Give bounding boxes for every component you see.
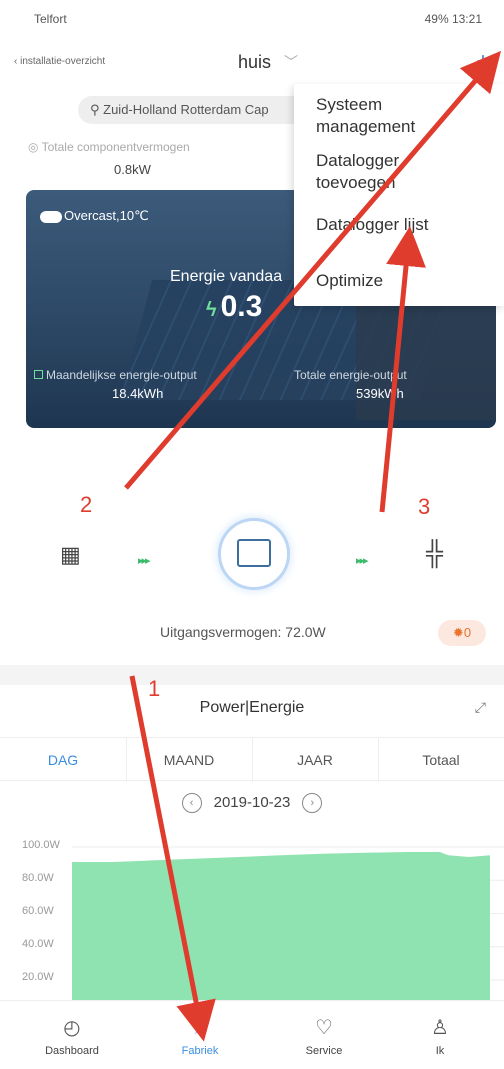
header: ‹ installatie-overzicht huis ﹀ + bbox=[0, 44, 504, 80]
output-power: Uitgangsvermogen: 72.0W bbox=[160, 624, 326, 640]
menu-item-datalogger-lijst[interactable]: Datalogger lijst bbox=[316, 214, 428, 236]
solar-panel-icon: ▦ bbox=[60, 542, 81, 567]
nav-label: Ik bbox=[435, 1045, 445, 1057]
person-icon: ♙ bbox=[431, 1017, 449, 1039]
back-label: installatie-overzicht bbox=[20, 56, 106, 67]
nav-ik[interactable]: ♙ Ik bbox=[390, 1015, 490, 1057]
location-text: Zuid-Holland Rotterdam Cap bbox=[103, 102, 269, 117]
monthly-label: Maandelijkse energie-output bbox=[34, 368, 197, 382]
app-screen: Telfort 49% 13:21 ‹ installatie-overzich… bbox=[0, 0, 504, 1069]
weather: Overcast,10℃ bbox=[40, 208, 149, 224]
capacity-label-text: Totale componentvermogen bbox=[41, 140, 190, 154]
energy-flow: ▦ ▸▸▸ ▸▸▸ ╬ bbox=[0, 512, 504, 600]
back-button[interactable]: ‹ installatie-overzicht bbox=[14, 56, 105, 67]
tab-jaar[interactable]: JAAR bbox=[252, 752, 378, 768]
menu-item-optimize[interactable]: Optimize bbox=[316, 270, 383, 292]
next-date-button[interactable]: › bbox=[302, 793, 323, 813]
capacity-label: ◎ Totale componentvermogen bbox=[28, 140, 190, 154]
calendar-icon bbox=[34, 370, 43, 379]
dropdown-menu: Systeem management Datalogger toevoegen … bbox=[294, 84, 504, 306]
energy-today-label: Energie vandaa bbox=[170, 268, 283, 285]
expand-icon[interactable]: ⤢ bbox=[475, 699, 486, 716]
tab-dag[interactable]: DAG bbox=[0, 752, 126, 768]
annotation-3: 3 bbox=[418, 494, 431, 519]
menu-item-datalogger-toevoegen[interactable]: Datalogger toevoegen bbox=[316, 150, 446, 194]
area-series bbox=[72, 846, 504, 1000]
bolt-icon: ϟ bbox=[206, 299, 217, 321]
total-label: Totale energie-output bbox=[294, 368, 407, 382]
heart-icon: ♡ bbox=[315, 1017, 333, 1039]
nav-label: Fabriek bbox=[181, 1045, 219, 1057]
power-area bbox=[72, 852, 490, 1000]
status-bar: Telfort 49% 13:21 bbox=[0, 0, 504, 40]
date-text: 2019-10-23 bbox=[213, 793, 291, 811]
tab-maand[interactable]: MAAND bbox=[126, 752, 252, 768]
plant-icon: ⚡ bbox=[192, 1017, 208, 1039]
flow-arrows-icon: ▸▸▸ bbox=[138, 555, 151, 567]
menu-item-systeem-management[interactable]: Systeem management bbox=[316, 94, 446, 138]
alarm-count: 0 bbox=[463, 625, 472, 640]
nav-dashboard[interactable]: ◴ Dashboard bbox=[22, 1015, 122, 1057]
energy-today-value: ϟ 0.3 bbox=[206, 290, 262, 324]
total-label-text: Totale energie-output bbox=[294, 368, 407, 382]
annotation-2: 2 bbox=[80, 492, 93, 517]
location-pill: ⚲ Zuid-Holland Rotterdam Cap bbox=[78, 96, 306, 124]
period-tabs: DAG MAAND JAAR Totaal bbox=[0, 737, 504, 782]
tab-totaal[interactable]: Totaal bbox=[378, 752, 504, 768]
dashboard-icon: ◴ bbox=[63, 1017, 81, 1039]
energy-today-number: 0.3 bbox=[220, 290, 263, 323]
alarm-badge[interactable]: ✹0 bbox=[438, 620, 486, 646]
nav-label: Service bbox=[305, 1045, 343, 1057]
section-title: Power|Energie bbox=[199, 699, 305, 716]
power-tower-icon: ╬ bbox=[426, 540, 444, 567]
chevron-down-icon[interactable]: ﹀ bbox=[284, 52, 298, 72]
power-chart: 100.0W 80.0W 60.0W 40.0W 20.0W bbox=[0, 835, 504, 1000]
cloud-icon bbox=[40, 210, 62, 223]
carrier-label: Telfort bbox=[34, 12, 67, 26]
plant-overview-section: Telfort 49% 13:21 ‹ installatie-overzich… bbox=[0, 0, 504, 665]
prev-date-button[interactable]: ‹ bbox=[181, 793, 202, 813]
status-right: 49% 13:21 bbox=[424, 12, 482, 26]
nav-fabriek[interactable]: ⚡ Fabriek bbox=[150, 1015, 250, 1057]
bottom-nav: ◴ Dashboard ⚡ Fabriek ♡ Service ♙ Ik bbox=[0, 1000, 504, 1069]
plant-title[interactable]: huis bbox=[238, 52, 271, 73]
weather-text: Overcast,10℃ bbox=[64, 208, 149, 223]
inverter-button[interactable] bbox=[218, 518, 290, 590]
inverter-icon bbox=[237, 539, 271, 567]
nav-label: Dashboard bbox=[45, 1045, 99, 1057]
monthly-value: 18.4kWh bbox=[112, 386, 164, 401]
monthly-label-text: Maandelijkse energie-output bbox=[46, 368, 197, 382]
flow-arrows-icon: ▸▸▸ bbox=[356, 555, 369, 567]
annotation-1: 1 bbox=[148, 676, 161, 701]
capacity-value: 0.8kW bbox=[114, 162, 151, 177]
date-selector: ‹ 2019-10-23 › bbox=[0, 793, 504, 813]
plus-icon[interactable]: + bbox=[476, 48, 490, 76]
nav-service[interactable]: ♡ Service bbox=[274, 1015, 374, 1057]
power-energie-section: Power|Energie ⤢ DAG MAAND JAAR Totaal ‹ 2… bbox=[0, 685, 504, 1000]
total-value: 539kWh bbox=[356, 386, 404, 401]
